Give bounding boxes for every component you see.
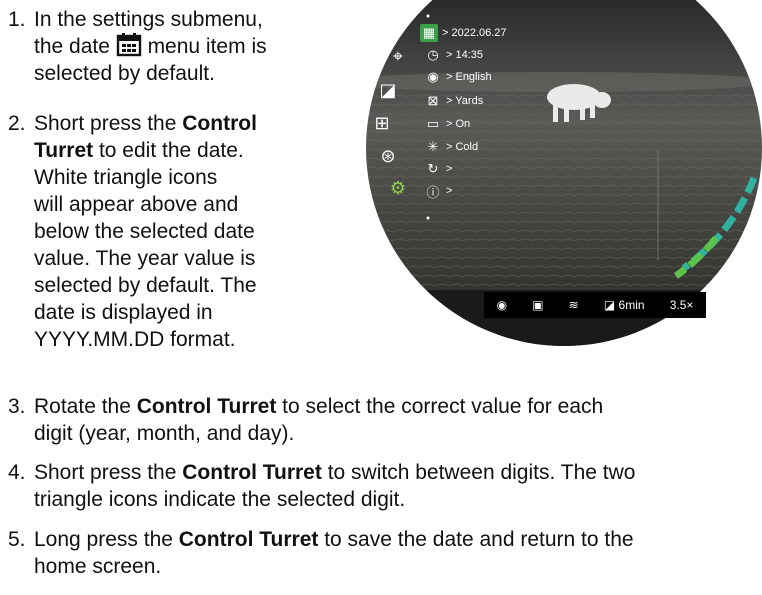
step-text: below the selected date [34, 220, 255, 243]
eye-icon: ◉ [496, 298, 508, 312]
step-text: date is displayed in [34, 301, 213, 324]
step-number: 5. [8, 528, 26, 551]
menu-item-date[interactable]: ▦ > 2022.06.27 [420, 22, 507, 44]
settings-icon: ⚙ [389, 178, 407, 198]
step-text: will appear above and [34, 193, 239, 216]
step-text: value. The year value is [34, 247, 256, 270]
pip-icon: ◪ [379, 80, 397, 100]
step-text: digit (year, month, and day). [34, 422, 295, 445]
calendar-icon [116, 33, 141, 57]
reticle-icon: ⌖ [392, 46, 404, 66]
info-icon: ⓘ [426, 184, 440, 200]
step-text: selected by default. The [34, 274, 257, 297]
zoom-level: 3.5× [669, 298, 694, 312]
units-icon: ⊠ [427, 93, 439, 108]
palette-icon: ✳ [427, 139, 439, 154]
menu-item-language[interactable]: ◉ > English [424, 66, 491, 88]
clock-icon: ◷ [427, 47, 439, 62]
step-number: 2. [8, 112, 26, 135]
globe-icon: ◉ [427, 69, 439, 84]
wifi-icon: ≋ [568, 298, 579, 312]
step-text: selected by default. [34, 62, 215, 85]
status-bar: ◉ ▣ ≋ ◪ 6min 3.5× [484, 292, 706, 318]
menu-item-reset[interactable]: ↻ > [424, 158, 453, 180]
calendar-icon: ▦ [420, 24, 438, 42]
step-number: 1. [8, 8, 26, 31]
step-text: Short press the Control Turret to switch… [34, 461, 636, 484]
step-text: In the settings submenu, [34, 8, 263, 31]
recording-icon: ▣ [532, 298, 544, 312]
step-text: YYYY.MM.DD format. [34, 328, 236, 351]
step-text: Turret to edit the date. [34, 139, 244, 162]
menu-item-time[interactable]: ◷ > 14:35 [424, 44, 483, 66]
step-text: home screen. [34, 555, 162, 578]
compass-icon: ⊛ [380, 146, 396, 166]
step-number: 4. [8, 461, 26, 484]
step-text: Rotate the Control Turret to select the … [34, 395, 604, 418]
step-text: the date menu item is [34, 33, 267, 58]
battery-status: ◪ 6min [603, 298, 645, 312]
step-number: 3. [8, 395, 26, 418]
menu-item-units[interactable]: ⊠ > Yards [424, 90, 484, 112]
display-icon: ▭ [426, 116, 440, 131]
add-icon: ⊞ [374, 113, 390, 133]
menu-item-info[interactable]: ⓘ > [424, 180, 452, 202]
step-text: Short press the Control [34, 112, 257, 135]
reset-icon: ↻ [427, 161, 439, 176]
viewfinder-screen: ⌖ ◪ ⊞ ⊛ ⚙ ▦ > 2022.06.27 ◷ > 14:35 ◉ > E… [366, 0, 762, 348]
step-text: Long press the Control Turret to save th… [34, 528, 634, 551]
step-text: White triangle icons [34, 166, 218, 189]
menu-item-display[interactable]: ▭ > On [424, 113, 470, 135]
step-text: triangle icons indicate the selected dig… [34, 488, 406, 511]
menu-item-palette[interactable]: ✳ > Cold [424, 136, 479, 158]
